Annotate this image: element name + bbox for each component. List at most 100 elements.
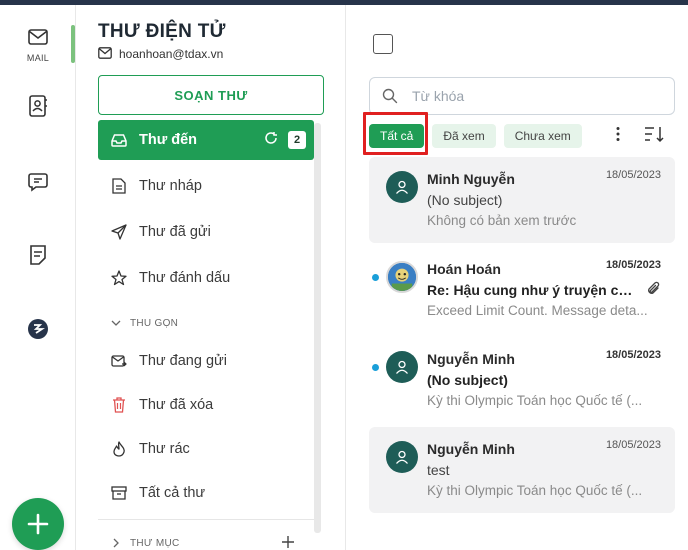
rail-mail-label: MAIL	[26, 53, 50, 63]
avatar	[386, 351, 418, 383]
mail-date: 18/05/2023	[605, 259, 661, 271]
mail-preview: Không có bản xem trước	[427, 213, 577, 228]
mail-sender: Nguyễn Minh	[427, 441, 515, 457]
folder-label: Thư rác	[139, 441, 190, 457]
mail-subject: (No subject)	[427, 192, 503, 208]
mail-preview: Exceed Limit Count. Message deta...	[427, 303, 648, 318]
rail-chat[interactable]	[0, 170, 76, 194]
chat-icon	[26, 170, 50, 194]
mail-preview: Kỳ thi Olympic Toán học Quốc tế (...	[427, 483, 643, 498]
send-icon	[110, 223, 128, 241]
user-icon	[396, 450, 408, 464]
rail-app[interactable]	[0, 317, 76, 341]
draft-icon	[110, 177, 128, 195]
mail-subject: Re: Hậu cung như ý truyện ch...	[427, 282, 633, 298]
refresh-icon[interactable]	[264, 131, 278, 149]
filter-chips: Tất cả Đã xem Chưa xem	[369, 123, 590, 149]
mail-sender: Minh Nguyễn	[427, 171, 515, 187]
outbox-icon	[110, 352, 128, 370]
collapse-toggle[interactable]: THU GỌN	[110, 317, 178, 329]
more-options-button[interactable]	[611, 126, 625, 146]
account-email: hoanhoan@tdax.vn	[98, 47, 223, 61]
user-icon	[396, 180, 408, 194]
rail-notes[interactable]	[0, 243, 76, 267]
chevron-down-icon	[110, 317, 122, 329]
folder-label: Tất cả thư	[139, 485, 206, 501]
folder-scrollbar[interactable]	[314, 123, 321, 533]
mail-date: 18/05/2023	[605, 169, 661, 181]
mail-date: 18/05/2023	[605, 439, 661, 451]
notes-icon	[26, 243, 50, 267]
unread-dot	[372, 274, 379, 281]
avatar-photo	[388, 263, 416, 291]
filter-unread[interactable]: Chưa xem	[503, 124, 582, 148]
folder-label: Thư đến	[139, 132, 198, 148]
mail-item[interactable]: Minh Nguyễn 18/05/2023 (No subject) Khôn…	[369, 157, 675, 243]
plus-icon	[282, 536, 294, 548]
mail-icon	[98, 47, 112, 61]
folder-sent[interactable]: Thư đã gửi	[98, 212, 314, 252]
folder-divider	[98, 519, 314, 520]
inbox-icon	[110, 131, 128, 149]
more-vertical-icon	[616, 127, 620, 141]
rail-contacts[interactable]	[0, 94, 76, 118]
folder-starred[interactable]: Thư đánh dấu	[98, 258, 314, 298]
add-folder-button[interactable]	[281, 535, 295, 549]
app-logo-icon	[26, 317, 50, 341]
collapse-label: THU GỌN	[130, 317, 179, 329]
mail-subject: test	[427, 462, 450, 478]
sort-button[interactable]	[644, 125, 666, 145]
trash-icon	[110, 396, 128, 414]
avatar	[386, 441, 418, 473]
contacts-icon	[26, 94, 50, 118]
folder-label: Thư đã xóa	[139, 397, 214, 413]
plus-icon	[27, 513, 49, 535]
user-icon	[396, 360, 408, 374]
select-all-checkbox[interactable]	[373, 34, 393, 54]
mail-list-panel: Tất cả Đã xem Chưa xem Minh Nguyễn 18/05…	[347, 5, 688, 550]
folder-drafts[interactable]: Thư nháp	[98, 166, 314, 206]
filter-read[interactable]: Đã xem	[432, 124, 496, 148]
folder-label: Thư nháp	[139, 178, 202, 194]
sort-icon	[645, 127, 664, 143]
spam-icon	[110, 440, 128, 458]
folder-all-mail[interactable]: Tất cả thư	[98, 473, 314, 513]
compose-button[interactable]: SOẠN THƯ	[98, 75, 324, 115]
mail-preview: Kỳ thi Olympic Toán học Quốc tế (...	[427, 393, 643, 408]
filter-all[interactable]: Tất cả	[369, 124, 425, 148]
folder-trash[interactable]: Thư đã xóa	[98, 385, 314, 425]
add-button[interactable]	[12, 498, 64, 550]
mail-sender: Nguyễn Minh	[427, 351, 515, 367]
avatar	[386, 261, 418, 293]
folder-label: Thư đánh dấu	[139, 270, 231, 286]
mail-item[interactable]: Nguyễn Minh 18/05/2023 test Kỳ thi Olymp…	[369, 427, 675, 513]
mail-subject: (No subject)	[427, 372, 508, 388]
rail-mail[interactable]: MAIL	[0, 25, 76, 63]
mail-sender: Hoán Hoán	[427, 261, 501, 277]
folder-label: Thư đang gửi	[139, 353, 227, 369]
mail-item[interactable]: Hoán Hoán 18/05/2023 Re: Hậu cung như ý …	[369, 247, 675, 333]
folders-section-label: THƯ MỤC	[130, 537, 180, 549]
mail-date: 18/05/2023	[605, 349, 661, 361]
mail-item[interactable]: Nguyễn Minh 18/05/2023 (No subject) Kỳ t…	[369, 337, 675, 423]
attachment-icon	[647, 281, 661, 297]
avatar	[386, 171, 418, 203]
chevron-right-icon	[110, 537, 122, 549]
app-rail: MAIL	[0, 5, 76, 550]
folder-panel: THƯ ĐIỆN TỬ hoanhoan@tdax.vn SOẠN THƯ Th…	[77, 5, 346, 550]
page-title: THƯ ĐIỆN TỬ	[98, 21, 226, 42]
folder-spam[interactable]: Thư rác	[98, 429, 314, 469]
folder-outbox[interactable]: Thư đang gửi	[98, 341, 314, 381]
folder-inbox[interactable]: Thư đến 2	[98, 120, 314, 160]
account-email-text: hoanhoan@tdax.vn	[119, 47, 224, 61]
star-icon	[110, 269, 128, 287]
search-box	[369, 77, 675, 115]
unread-dot	[372, 364, 379, 371]
archive-icon	[110, 484, 128, 502]
unread-count-badge: 2	[288, 131, 306, 149]
search-input[interactable]	[412, 88, 662, 104]
folder-label: Thư đã gửi	[139, 224, 211, 240]
folders-section-toggle[interactable]: THƯ MỤC	[110, 537, 180, 549]
search-icon	[382, 88, 398, 104]
mail-icon	[26, 25, 50, 49]
